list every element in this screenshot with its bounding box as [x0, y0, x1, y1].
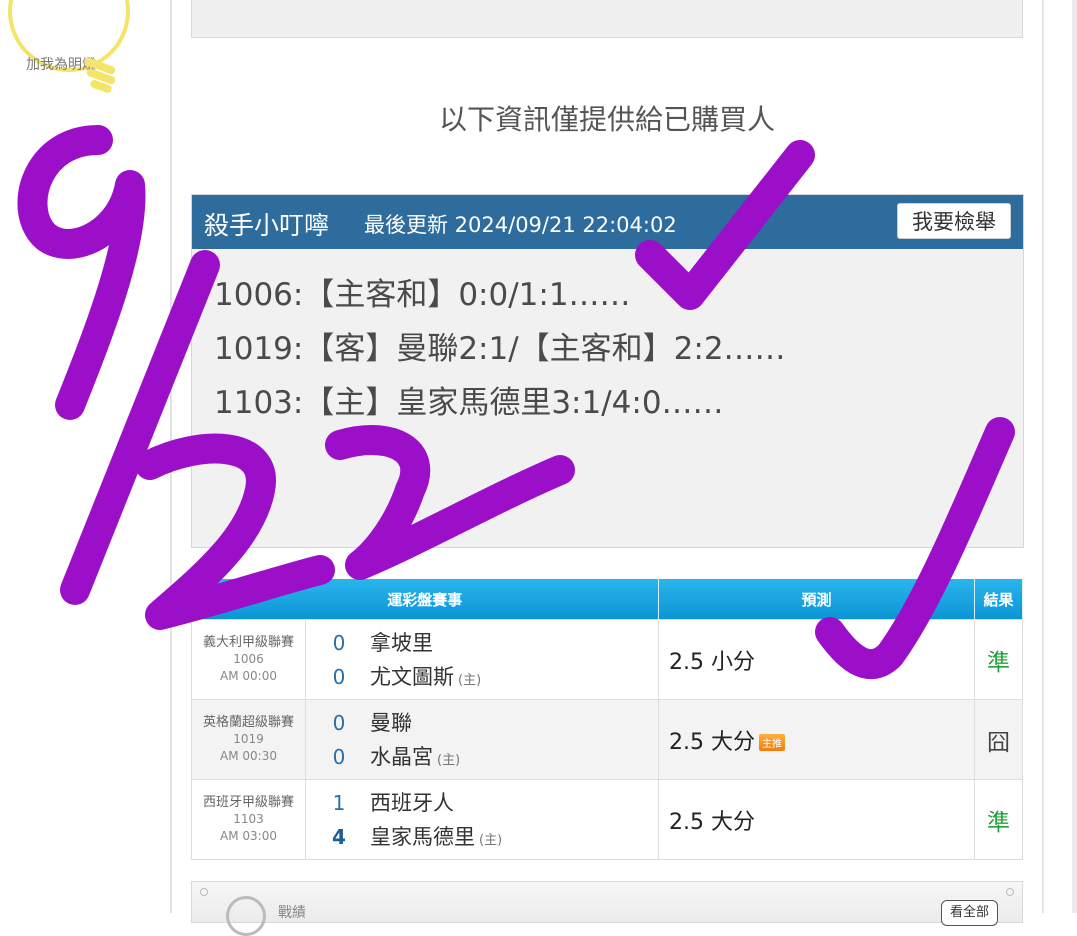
- away-score: 0: [332, 631, 346, 655]
- left-sidebar: 加我為明燈: [0, 0, 172, 913]
- table-header-row: 運彩盤賽事 預測 結果: [191, 579, 1024, 620]
- corner-dot: [1006, 888, 1014, 896]
- results-table: 運彩盤賽事 預測 結果 義大利甲級聯賽 1006 AM 00:00 0 拿坡里 …: [191, 579, 1024, 860]
- last-updated: 最後更新 2024/09/21 22:04:02: [364, 213, 677, 237]
- prediction-text: 2.5 大分: [669, 729, 755, 755]
- expert-analysis-box: 殺手小叮嚀 最後更新 2024/09/21 22:04:02 我要檢舉 1006…: [191, 194, 1024, 548]
- prediction-text: 2.5 小分: [669, 649, 755, 675]
- league-cell: 英格蘭超級聯賽 1019 AM 00:30: [191, 699, 306, 780]
- pick-line: 1103:【主】皇家馬德里3:1/4:0……: [214, 385, 724, 421]
- report-button[interactable]: 我要檢舉: [897, 203, 1011, 239]
- prediction-cell: 2.5 小分: [658, 619, 976, 700]
- home-score: 0: [332, 745, 346, 769]
- home-team-name[interactable]: 水晶宮: [370, 745, 433, 769]
- column-header-prediction: 預測: [658, 579, 976, 620]
- hot-pick-badge: 主推: [759, 734, 785, 751]
- match-time: AM 00:30: [220, 749, 277, 763]
- record-label: 戰績: [278, 905, 306, 921]
- table-row: 西班牙甲級聯賽 1103 AM 03:00 1 西班牙人 4 皇家馬德里 (主) …: [191, 779, 1024, 860]
- top-panel: [191, 0, 1023, 38]
- buyer-notice: 以下資訊僅提供給已購買人: [438, 103, 775, 136]
- league-name: 義大利甲級聯賽: [202, 635, 294, 650]
- away-team-line: 1 西班牙人: [306, 788, 658, 818]
- home-team-line: 4 皇家馬德里 (主): [306, 822, 658, 852]
- record-panel: 戰績 看全部: [191, 881, 1023, 936]
- league-cell: 西班牙甲級聯賽 1103 AM 03:00: [191, 779, 306, 860]
- away-team-name[interactable]: 拿坡里: [370, 628, 433, 658]
- away-team-line: 0 拿坡里: [306, 628, 658, 658]
- home-team-name[interactable]: 尤文圖斯: [370, 665, 454, 689]
- prediction-text: 2.5 大分: [669, 809, 755, 835]
- match-time: AM 00:00: [220, 669, 277, 683]
- pick-line: 1006:【主客和】0:0/1:1……: [214, 277, 631, 313]
- match-time: AM 03:00: [220, 829, 277, 843]
- scrollbar[interactable]: [1072, 0, 1077, 913]
- league-name: 西班牙甲級聯賽: [202, 795, 294, 810]
- away-team-name[interactable]: 曼聯: [370, 708, 412, 738]
- home-score: 0: [332, 665, 346, 689]
- table-row: 義大利甲級聯賽 1006 AM 00:00 0 拿坡里 0 尤文圖斯 (主) 2.…: [191, 619, 1024, 700]
- away-team-line: 0 曼聯: [306, 708, 658, 738]
- right-divider: [1042, 0, 1044, 913]
- host-marker: (主): [458, 673, 482, 688]
- view-all-button[interactable]: 看全部: [940, 900, 998, 926]
- away-score: 1: [332, 791, 346, 815]
- host-marker: (主): [479, 833, 503, 848]
- match-code: 1006: [233, 652, 264, 666]
- column-header-result: 結果: [974, 579, 1024, 620]
- home-team[interactable]: 皇家馬德里 (主): [370, 822, 502, 856]
- corner-dot: [200, 888, 208, 896]
- away-score: 0: [332, 711, 346, 735]
- teams-cell: 0 曼聯 0 水晶宮 (主): [304, 699, 660, 780]
- host-marker: (主): [437, 753, 461, 768]
- bulb-base-icon: [84, 57, 116, 93]
- home-team-name[interactable]: 皇家馬德里: [370, 825, 475, 849]
- home-team-line: 0 水晶宮 (主): [306, 742, 658, 772]
- match-code: 1019: [233, 732, 264, 746]
- teams-cell: 0 拿坡里 0 尤文圖斯 (主): [304, 619, 660, 700]
- table-row: 英格蘭超級聯賽 1019 AM 00:30 0 曼聯 0 水晶宮 (主) 2.5 …: [191, 699, 1024, 780]
- result-cell: 準: [974, 779, 1024, 860]
- prediction-cell: 2.5 大分 主推: [658, 699, 976, 780]
- league-cell: 義大利甲級聯賽 1006 AM 00:00: [191, 619, 306, 700]
- league-name: 英格蘭超級聯賽: [202, 715, 294, 730]
- home-team-line: 0 尤文圖斯 (主): [306, 662, 658, 692]
- prediction-cell: 2.5 大分: [658, 779, 976, 860]
- record-icon: [226, 896, 266, 936]
- pick-line: 1019:【客】曼聯2:1/【主客和】2:2……: [214, 331, 786, 367]
- expert-name[interactable]: 殺手小叮嚀: [204, 206, 329, 242]
- match-code: 1103: [233, 812, 264, 826]
- home-score: 4: [332, 825, 346, 849]
- home-team[interactable]: 水晶宮 (主): [370, 742, 460, 776]
- result-cell: 準: [974, 619, 1024, 700]
- away-team-name[interactable]: 西班牙人: [370, 788, 454, 818]
- home-team[interactable]: 尤文圖斯 (主): [370, 662, 481, 696]
- column-header-match: 運彩盤賽事: [191, 579, 660, 620]
- expert-header: 殺手小叮嚀 最後更新 2024/09/21 22:04:02 我要檢舉: [192, 195, 1023, 249]
- teams-cell: 1 西班牙人 4 皇家馬德里 (主): [304, 779, 660, 860]
- result-cell: 囧: [974, 699, 1024, 780]
